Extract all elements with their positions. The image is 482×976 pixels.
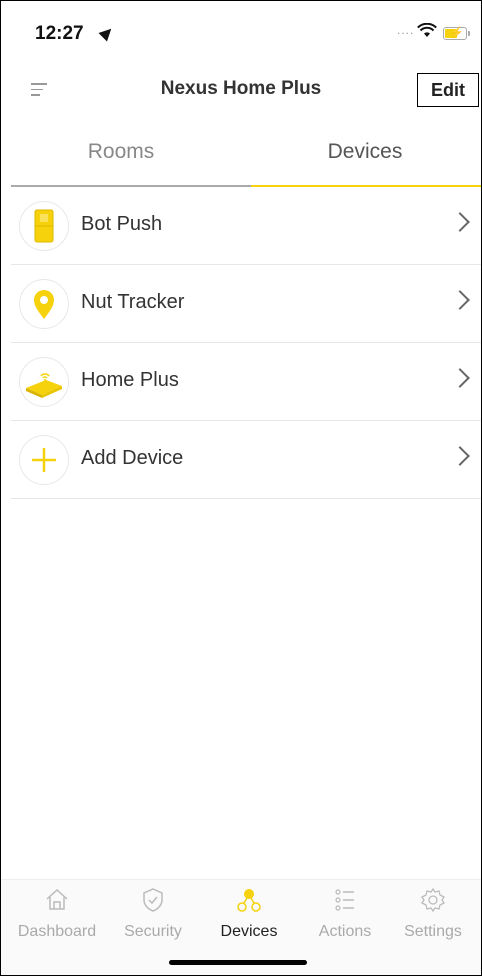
shield-icon: [143, 888, 163, 912]
hub-icon: [26, 373, 62, 398]
tab-rooms[interactable]: Rooms: [1, 119, 241, 185]
chevron-right-icon: [450, 446, 470, 466]
app-screen: 12:27 .... ⚡ Nexus Home Plus Edit Rooms …: [0, 0, 482, 976]
list-item-label: Nut Tracker: [81, 291, 185, 313]
chevron-right-icon: [450, 368, 470, 388]
devices-icon: [237, 889, 261, 912]
list-item-label: Home Plus: [81, 369, 179, 391]
wifi-icon: [417, 23, 437, 37]
segment-tabs: Rooms Devices: [1, 119, 481, 187]
tabbar-label: Dashboard: [17, 923, 97, 940]
list-item-add-device[interactable]: Add Device: [11, 421, 481, 499]
page-title: Nexus Home Plus: [160, 78, 322, 99]
tabbar-item-dashboard[interactable]: Dashboard: [9, 880, 105, 950]
tabbar-item-settings[interactable]: Settings: [385, 880, 481, 950]
chevron-right-icon: [450, 212, 470, 232]
cellular-signal-icon: ....: [397, 23, 415, 37]
home-icon: [46, 888, 68, 910]
location-pin-icon: [34, 290, 54, 319]
nav-bar: Nexus Home Plus Edit: [1, 65, 481, 115]
battery-icon: ⚡: [443, 27, 470, 40]
tab-devices[interactable]: Devices: [249, 119, 481, 185]
list-item-home-plus[interactable]: Home Plus: [11, 343, 481, 421]
list-icon: [335, 889, 354, 911]
tabbar-label: Security: [124, 923, 182, 940]
tabbar-label: Settings: [404, 923, 462, 940]
edit-button[interactable]: Edit: [417, 73, 479, 107]
list-item-label: Add Device: [81, 447, 184, 469]
tabbar-item-actions[interactable]: Actions: [297, 880, 393, 950]
status-time: 12:27: [35, 23, 84, 44]
status-bar: 12:27 .... ⚡: [1, 1, 481, 65]
tabbar-item-devices[interactable]: Devices: [201, 880, 297, 950]
device-list: Bot Push Nut Tracker Home Plus Add Devic…: [11, 187, 481, 499]
list-item-bot-push[interactable]: Bot Push: [11, 187, 481, 265]
bottom-tab-bar: Dashboard Security Devices Actions Setti…: [1, 879, 481, 975]
tabbar-item-security[interactable]: Security: [105, 880, 201, 950]
location-arrow-icon: [98, 24, 116, 42]
bot-push-icon: [34, 209, 54, 243]
home-indicator[interactable]: [169, 960, 307, 965]
list-item-label: Bot Push: [81, 213, 163, 235]
tabbar-label: Devices: [220, 923, 278, 940]
list-item-nut-tracker[interactable]: Nut Tracker: [11, 265, 481, 343]
plus-icon: [32, 448, 56, 472]
chevron-right-icon: [450, 290, 470, 310]
gear-icon: [421, 887, 445, 913]
tabbar-label: Actions: [318, 923, 372, 940]
